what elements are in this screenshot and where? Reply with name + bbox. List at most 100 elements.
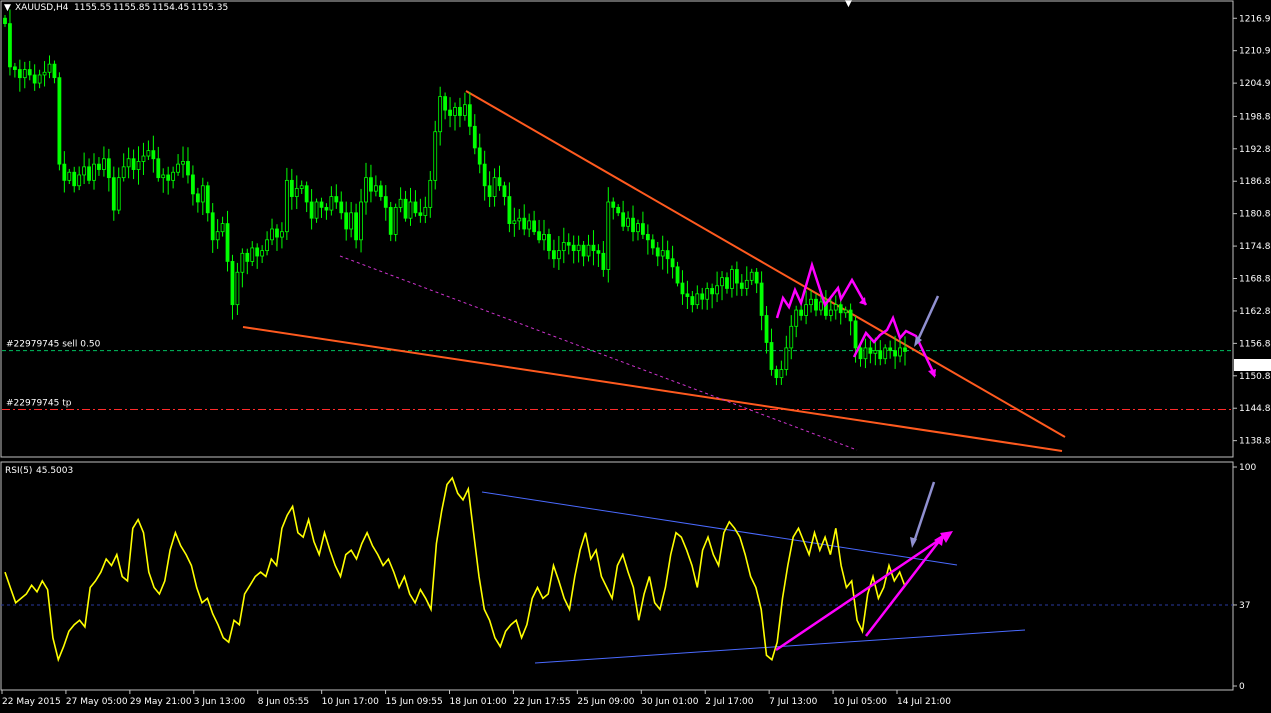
shift-marker-icon[interactable]: ▼ (845, 0, 852, 9)
candle-body (359, 201, 363, 241)
candle-body (284, 179, 289, 233)
candle-body (898, 347, 902, 357)
candle-body (561, 242, 566, 252)
candle-body (230, 261, 235, 306)
candle-body (280, 231, 284, 238)
candle-body (294, 188, 299, 197)
rsi-tick-label: 37 (1239, 601, 1250, 611)
candle-body (304, 185, 309, 203)
candle-body (364, 177, 368, 203)
candle-body (72, 171, 77, 187)
price-tick-label: 1186.84 (1239, 177, 1271, 187)
candle-body (794, 309, 799, 327)
price-tick-label: 1144.84 (1239, 404, 1271, 414)
candle-body (814, 298, 818, 311)
candle-body (576, 244, 581, 252)
price-tick-label: 1156.84 (1239, 339, 1271, 349)
candle-body (690, 296, 695, 306)
candle-body (730, 269, 734, 289)
candle-body (205, 185, 210, 214)
candle-body (556, 250, 561, 260)
rsi-tick-label: 100 (1239, 463, 1256, 473)
candle-body (12, 66, 17, 70)
candle-body (17, 69, 22, 79)
candle-body (319, 201, 324, 208)
candle-body (52, 63, 57, 79)
candle-body (487, 185, 492, 197)
candle-body (393, 206, 398, 235)
candle-body (527, 220, 532, 230)
rsi-value: 45.5003 (36, 466, 73, 476)
price-tick-label: 1210.99 (1239, 47, 1271, 57)
candle-body (181, 161, 185, 165)
candle-body (453, 106, 457, 116)
candle-body (828, 309, 833, 316)
candle-body (670, 258, 675, 268)
candle-body (42, 71, 47, 76)
price-tick-label: 1174.84 (1239, 242, 1271, 252)
candle-body (675, 266, 680, 284)
candle-body (171, 171, 176, 181)
candle-body (324, 206, 329, 211)
price-panel-frame (0, 0, 1234, 458)
candle-body (809, 298, 813, 306)
candle-body (888, 347, 893, 352)
candle-body (650, 239, 655, 249)
candle-body (893, 350, 898, 357)
candle-body (571, 244, 576, 252)
time-tick-label: 27 May 05:00 (66, 697, 128, 707)
candle-body (260, 250, 265, 257)
trading-chart[interactable]: ▼ XAUUSD,H4 1155.55 1155.85 1154.45 1155… (0, 0, 1271, 713)
order-line-label: #22979745 sell 0.50 (6, 340, 101, 350)
price-tick-label: 1216.99 (1239, 14, 1271, 24)
price-tick-label: 1180.84 (1239, 210, 1271, 220)
candle-body (309, 201, 314, 219)
candle-body (166, 174, 171, 181)
candle-body (843, 309, 848, 314)
candle-body (626, 217, 630, 227)
candle-body (176, 163, 180, 173)
candle-body (369, 177, 373, 192)
candle-body (156, 158, 161, 179)
candle-body (833, 304, 838, 311)
time-tick-label: 14 Jul 21:00 (897, 697, 951, 707)
candle-body (710, 288, 715, 295)
rsi-panel-frame (0, 461, 1234, 691)
candle-body (57, 77, 62, 165)
candle-body (883, 347, 888, 360)
candle-body (398, 198, 403, 208)
candle-body (443, 96, 448, 111)
candle-body (581, 244, 586, 257)
candle-body (349, 212, 354, 230)
time-tick-label: 2 Jul 17:00 (705, 697, 754, 707)
candle-body (87, 166, 91, 181)
candle-body (695, 293, 700, 306)
candle-body (200, 185, 205, 203)
candle-body (191, 174, 195, 195)
candle-body (739, 282, 744, 289)
candle-body (848, 309, 853, 322)
candle-body (655, 247, 660, 257)
candle-body (121, 166, 126, 179)
candle-body (195, 193, 200, 203)
candle-body (27, 69, 32, 76)
candle-body (428, 179, 433, 208)
candle-body (596, 250, 601, 254)
rsi-axis: 100 37 0 (1233, 463, 1256, 692)
candle-body (329, 196, 334, 211)
candle-body (873, 350, 878, 354)
candle-body (705, 288, 710, 300)
time-tick-label: 3 Jun 13:00 (194, 697, 246, 707)
candle-body (141, 155, 146, 162)
time-tick-label: 15 Jun 09:55 (386, 697, 443, 707)
candle-body (97, 163, 101, 170)
candle-body (22, 69, 27, 79)
candle-body (3, 17, 7, 25)
symbol-header: XAUUSD,H4 (15, 3, 69, 13)
candle-body (82, 166, 87, 176)
time-tick-label: 8 Jun 05:55 (258, 697, 309, 707)
price-tick-label: 1198.84 (1239, 112, 1271, 122)
candle-body (250, 247, 255, 262)
candle-body (77, 174, 82, 187)
candle-body (522, 217, 527, 230)
